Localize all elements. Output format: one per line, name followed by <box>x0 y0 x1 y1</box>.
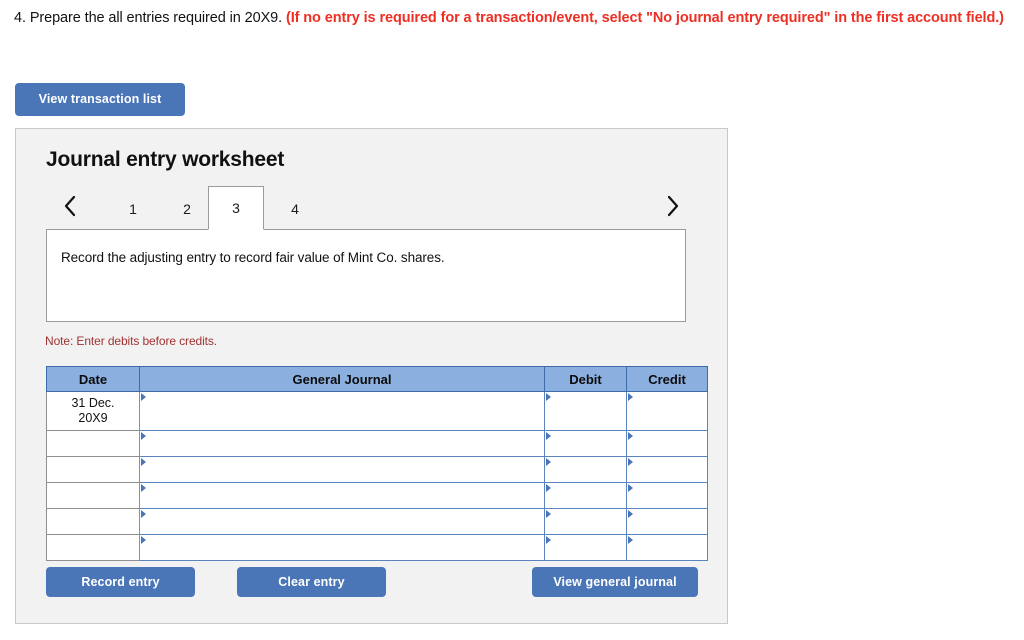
journal-debit-input-6[interactable] <box>544 534 627 561</box>
worksheet-tab-2[interactable]: 2 <box>164 186 210 230</box>
view-transaction-list-button[interactable]: View transaction list <box>15 83 185 116</box>
dropdown-triangle-icon <box>628 458 633 466</box>
dropdown-triangle-icon <box>546 432 551 440</box>
table-row <box>46 508 708 535</box>
dropdown-triangle-icon <box>546 393 551 401</box>
worksheet-tab-3[interactable]: 3 <box>208 186 264 230</box>
chevron-left-icon[interactable] <box>57 191 83 221</box>
journal-account-input-6[interactable] <box>139 534 545 561</box>
journal-debit-input-4[interactable] <box>544 482 627 509</box>
table-row: 31 Dec. 20X9 <box>46 391 708 431</box>
dropdown-triangle-icon <box>141 484 146 492</box>
journal-date-line2: 20X9 <box>78 411 108 425</box>
journal-date-cell-4 <box>46 482 140 509</box>
table-row <box>46 456 708 483</box>
journal-date-cell-6 <box>46 534 140 561</box>
dropdown-triangle-icon <box>546 458 551 466</box>
journal-date-cell-2 <box>46 430 140 457</box>
debits-before-credits-note: Note: Enter debits before credits. <box>45 334 218 348</box>
worksheet-tab-2-label: 2 <box>183 200 191 217</box>
clear-entry-button[interactable]: Clear entry <box>237 567 386 597</box>
view-general-journal-button[interactable]: View general journal <box>532 567 698 597</box>
transaction-description-box: Record the adjusting entry to record fai… <box>46 229 686 322</box>
journal-credit-input-4[interactable] <box>626 482 708 509</box>
dropdown-triangle-icon <box>628 393 633 401</box>
worksheet-tab-1[interactable]: 1 <box>110 186 156 230</box>
journal-debit-input-2[interactable] <box>544 430 627 457</box>
journal-debit-input-5[interactable] <box>544 508 627 535</box>
transaction-description-text: Record the adjusting entry to record fai… <box>61 250 445 265</box>
journal-account-input-5[interactable] <box>139 508 545 535</box>
journal-entry-table: Date General Journal Debit Credit 31 Dec… <box>46 366 708 561</box>
journal-date-line1: 31 Dec. <box>71 396 115 410</box>
journal-credit-input-5[interactable] <box>626 508 708 535</box>
journal-credit-input-2[interactable] <box>626 430 708 457</box>
dropdown-triangle-icon <box>546 536 551 544</box>
dropdown-triangle-icon <box>546 510 551 518</box>
worksheet-tabstrip: 1 2 3 4 <box>46 185 701 230</box>
dropdown-triangle-icon <box>628 536 633 544</box>
column-header-date: Date <box>46 366 140 392</box>
prompt-red-text: (If no entry is required for a transacti… <box>285 10 1004 26</box>
dropdown-triangle-icon <box>141 458 146 466</box>
column-header-debit: Debit <box>544 366 627 392</box>
journal-credit-input-1[interactable] <box>626 391 708 431</box>
journal-account-input-1[interactable] <box>139 391 545 431</box>
column-header-general-journal: General Journal <box>139 366 545 392</box>
journal-table-header-row: Date General Journal Debit Credit <box>46 366 708 392</box>
dropdown-triangle-icon <box>628 484 633 492</box>
journal-date-cell-1: 31 Dec. 20X9 <box>46 391 140 431</box>
journal-date-cell-3 <box>46 456 140 483</box>
journal-entry-worksheet-panel: Journal entry worksheet 1 2 3 4 Record t… <box>15 128 728 624</box>
journal-credit-input-6[interactable] <box>626 534 708 561</box>
question-prompt: 4. Prepare the all entries required in 2… <box>14 8 1012 29</box>
journal-account-input-4[interactable] <box>139 482 545 509</box>
worksheet-tab-1-label: 1 <box>129 200 137 217</box>
worksheet-tab-4[interactable]: 4 <box>272 186 318 230</box>
journal-debit-input-1[interactable] <box>544 391 627 431</box>
journal-account-input-3[interactable] <box>139 456 545 483</box>
page-title: Journal entry worksheet <box>46 148 285 171</box>
dropdown-triangle-icon <box>141 510 146 518</box>
table-row <box>46 482 708 509</box>
worksheet-tab-4-label: 4 <box>291 200 299 217</box>
dropdown-triangle-icon <box>141 536 146 544</box>
dropdown-triangle-icon <box>628 510 633 518</box>
column-header-credit: Credit <box>626 366 708 392</box>
journal-debit-input-3[interactable] <box>544 456 627 483</box>
prompt-plain-text: 4. Prepare the all entries required in 2… <box>14 10 283 26</box>
table-row <box>46 534 708 561</box>
dropdown-triangle-icon <box>141 432 146 440</box>
record-entry-button[interactable]: Record entry <box>46 567 195 597</box>
dropdown-triangle-icon <box>628 432 633 440</box>
journal-account-input-2[interactable] <box>139 430 545 457</box>
journal-date-cell-5 <box>46 508 140 535</box>
chevron-right-icon[interactable] <box>660 191 686 221</box>
dropdown-triangle-icon <box>546 484 551 492</box>
table-row <box>46 430 708 457</box>
dropdown-triangle-icon <box>141 393 146 401</box>
journal-credit-input-3[interactable] <box>626 456 708 483</box>
worksheet-tab-3-label: 3 <box>232 200 240 216</box>
